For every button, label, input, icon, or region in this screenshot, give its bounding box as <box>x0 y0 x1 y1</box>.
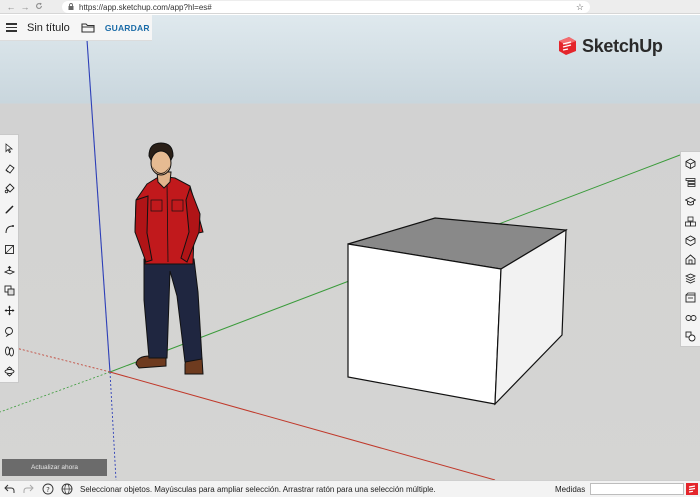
address-bar[interactable]: https://app.sketchup.com/app?hl=es# ☆ <box>62 1 590 13</box>
tape-measure-icon[interactable] <box>0 321 19 341</box>
update-now-button[interactable]: Actualizar ahora <box>2 459 107 476</box>
box-model[interactable] <box>347 217 568 406</box>
logo-text: SketchUp <box>582 35 663 56</box>
undo-icon[interactable] <box>0 481 19 497</box>
face <box>150 150 172 176</box>
box-front-face <box>347 243 502 405</box>
styles-icon[interactable] <box>681 250 700 269</box>
rectangle-icon[interactable] <box>0 240 19 260</box>
folder-icon[interactable] <box>81 22 95 34</box>
redo-icon[interactable] <box>19 481 38 497</box>
help-icon[interactable]: ? <box>38 481 57 497</box>
measures-label: Medidas <box>555 485 586 494</box>
scene-canvas[interactable] <box>0 15 700 480</box>
z-axis-solid <box>86 39 111 373</box>
entity-info-icon[interactable] <box>681 154 700 173</box>
pencil-icon[interactable] <box>0 199 19 219</box>
menu-icon[interactable] <box>0 15 22 41</box>
offset-icon[interactable] <box>0 280 19 300</box>
materials-icon[interactable] <box>681 231 700 250</box>
sketchup-mini-icon[interactable] <box>686 483 698 495</box>
document-title[interactable]: Sin título <box>27 22 70 34</box>
status-bar: ? Seleccionar objetos. Mayúsculas para a… <box>0 480 700 497</box>
instructor-icon[interactable] <box>681 192 700 211</box>
move-icon[interactable] <box>0 301 19 321</box>
push-pull-icon[interactable] <box>0 260 19 280</box>
measures-input[interactable] <box>590 483 684 495</box>
solid-tools-icon[interactable] <box>681 327 700 346</box>
layers-icon[interactable] <box>681 269 700 288</box>
eraser-icon[interactable] <box>0 158 19 178</box>
paint-bucket-icon[interactable] <box>0 179 19 199</box>
svg-text:?: ? <box>46 486 50 494</box>
sketchup-logo-icon <box>559 37 576 55</box>
back-button[interactable]: ← <box>4 0 18 14</box>
arc-icon[interactable] <box>0 219 19 239</box>
sketchup-logo: SketchUp <box>556 35 663 57</box>
left-toolbar <box>0 134 19 383</box>
reload-button[interactable] <box>32 0 46 14</box>
right-toolbar <box>680 151 700 347</box>
scenes-icon[interactable] <box>681 288 700 307</box>
trousers <box>143 258 203 363</box>
status-message: Seleccionar objetos. Mayúsculas para amp… <box>80 484 436 494</box>
save-button[interactable]: GUARDAR <box>105 23 150 33</box>
url-text: https://app.sketchup.com/app?hl=es# <box>79 2 212 12</box>
document-header: Sin título GUARDAR <box>0 15 152 41</box>
outliner-icon[interactable] <box>681 173 700 192</box>
globe-icon[interactable] <box>57 481 76 497</box>
bookmark-star-icon[interactable]: ☆ <box>576 1 584 13</box>
display-icon[interactable] <box>681 308 700 327</box>
browser-toolbar: ← → https://app.sketchup.com/app?hl=es# … <box>0 0 700 14</box>
select-icon[interactable] <box>0 138 19 158</box>
3d-viewport[interactable] <box>0 15 700 480</box>
components-icon[interactable] <box>681 212 700 231</box>
forward-button[interactable]: → <box>18 0 32 14</box>
orbit-icon[interactable] <box>0 362 19 382</box>
walk-icon[interactable] <box>0 341 19 361</box>
z-axis-dashed <box>109 371 117 480</box>
person-figure[interactable] <box>134 142 204 375</box>
lock-icon <box>68 2 74 12</box>
